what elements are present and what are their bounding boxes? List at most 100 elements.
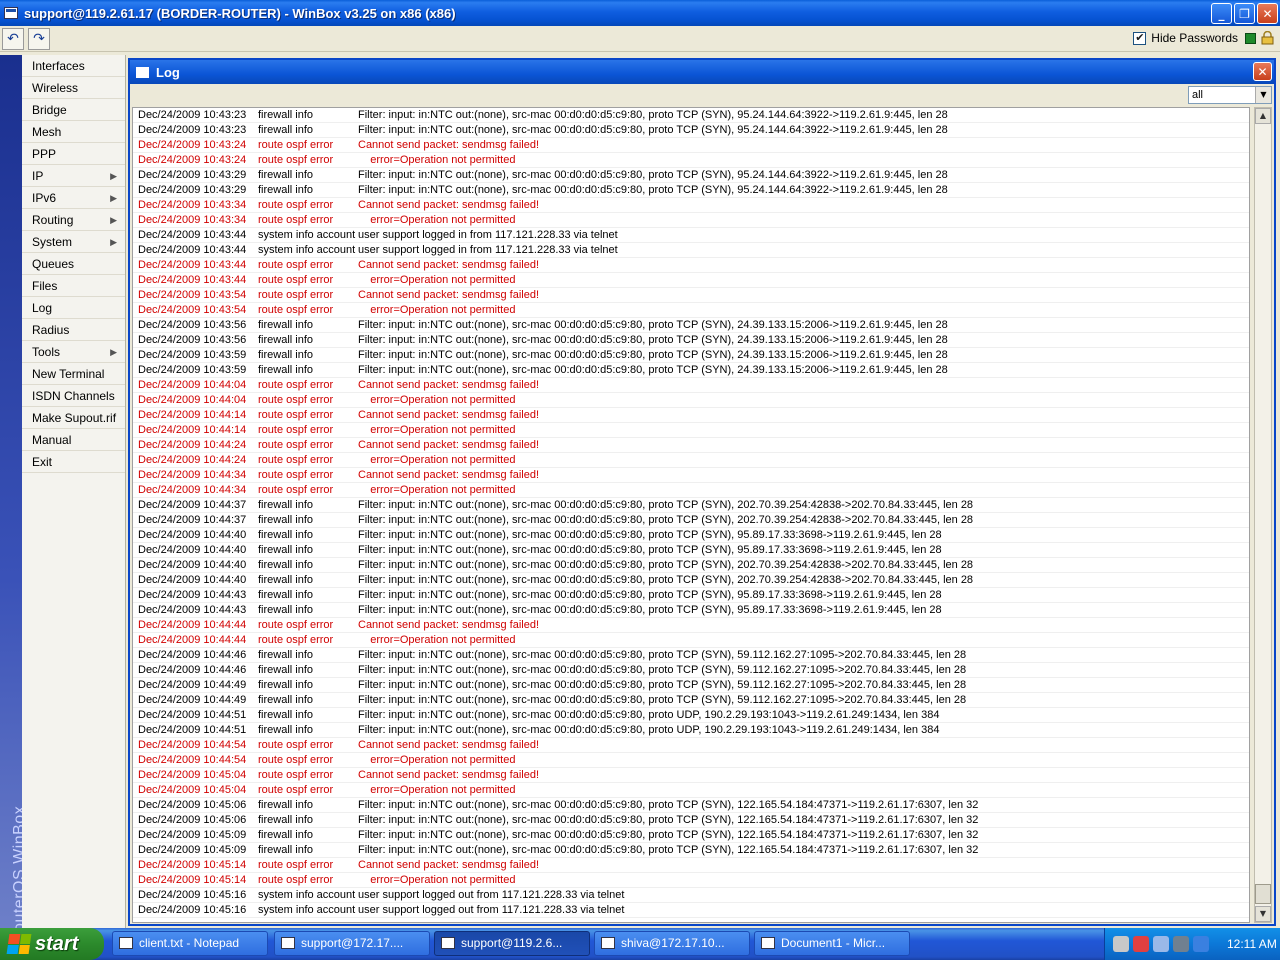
table-row[interactable]: Dec/24/2009 10:43:44 system info account u… (133, 243, 1249, 258)
table-row[interactable]: Dec/24/2009 10:44:04 route ospf error err… (133, 393, 1249, 408)
sidebar-item-wireless[interactable]: Wireless (22, 77, 125, 99)
table-row[interactable]: Dec/24/2009 10:44:24 route ospf error Cann… (133, 438, 1249, 453)
scroll-up-button[interactable]: ▲ (1255, 108, 1271, 124)
table-row[interactable]: Dec/24/2009 10:44:04 route ospf error Cann… (133, 378, 1249, 393)
table-row[interactable]: Dec/24/2009 10:43:44 route ospf error err… (133, 273, 1249, 288)
hide-passwords-option[interactable]: ✔ Hide Passwords (1133, 31, 1238, 45)
table-row[interactable]: Dec/24/2009 10:43:24 route ospf error err… (133, 153, 1249, 168)
undo-button[interactable]: ↶ (2, 28, 24, 50)
table-row[interactable]: Dec/24/2009 10:43:44 system info account u… (133, 228, 1249, 243)
sidebar-item-queues[interactable]: Queues (22, 253, 125, 275)
table-row[interactable]: Dec/24/2009 10:44:43 firewall info Filter:… (133, 603, 1249, 618)
table-row[interactable]: Dec/24/2009 10:43:54 route ospf error err… (133, 303, 1249, 318)
hide-passwords-checkbox[interactable]: ✔ (1133, 31, 1147, 45)
scroll-down-button[interactable]: ▼ (1255, 906, 1271, 922)
sidebar-item-make-supout-rif[interactable]: Make Supout.rif (22, 407, 125, 429)
table-row[interactable]: Dec/24/2009 10:44:40 firewall info Filter:… (133, 558, 1249, 573)
sidebar-item-exit[interactable]: Exit (22, 451, 125, 473)
table-row[interactable]: Dec/24/2009 10:44:24 route ospf error err… (133, 453, 1249, 468)
taskbar-button[interactable]: Document1 - Micr... (754, 931, 910, 956)
table-row[interactable]: Dec/24/2009 10:43:23 firewall info Filter:… (133, 108, 1249, 123)
sidebar-item-manual[interactable]: Manual (22, 429, 125, 451)
table-row[interactable]: Dec/24/2009 10:44:40 firewall info Filter:… (133, 528, 1249, 543)
log-window-titlebar[interactable]: Log ✕ (130, 60, 1274, 84)
tray-volume-icon[interactable] (1113, 936, 1129, 952)
table-row[interactable]: Dec/24/2009 10:44:43 firewall info Filter:… (133, 588, 1249, 603)
table-row[interactable]: Dec/24/2009 10:44:40 firewall info Filter:… (133, 543, 1249, 558)
table-row[interactable]: Dec/24/2009 10:43:54 route ospf error Cann… (133, 288, 1249, 303)
table-row[interactable]: Dec/24/2009 10:43:59 firewall info Filter:… (133, 363, 1249, 378)
table-row[interactable]: Dec/24/2009 10:45:16 system info account u… (133, 888, 1249, 903)
table-row[interactable]: Dec/24/2009 10:44:44 route ospf error Cann… (133, 618, 1249, 633)
table-row[interactable]: Dec/24/2009 10:43:44 route ospf error Cann… (133, 258, 1249, 273)
table-row[interactable]: Dec/24/2009 10:44:54 route ospf error Cann… (133, 738, 1249, 753)
table-row[interactable]: Dec/24/2009 10:44:14 route ospf error err… (133, 423, 1249, 438)
chevron-down-icon[interactable]: ▼ (1255, 87, 1271, 103)
minimize-button[interactable]: _ (1211, 3, 1232, 24)
table-row[interactable]: Dec/24/2009 10:44:37 firewall info Filter:… (133, 513, 1249, 528)
table-row[interactable]: Dec/24/2009 10:44:37 firewall info Filter:… (133, 498, 1249, 513)
table-row[interactable]: Dec/24/2009 10:44:14 route ospf error Cann… (133, 408, 1249, 423)
log-table[interactable]: Dec/24/2009 10:43:23 firewall info Filter:… (132, 107, 1250, 923)
table-row[interactable]: Dec/24/2009 10:44:51 firewall info Filter:… (133, 723, 1249, 738)
table-row[interactable]: Dec/24/2009 10:44:46 firewall info Filter:… (133, 663, 1249, 678)
table-row[interactable]: Dec/24/2009 10:43:29 firewall info Filter:… (133, 168, 1249, 183)
sidebar-item-mesh[interactable]: Mesh (22, 121, 125, 143)
title-bar[interactable]: support@119.2.61.17 (BORDER-ROUTER) - Wi… (0, 0, 1280, 26)
maximize-button[interactable]: ❐ (1234, 3, 1255, 24)
tray-monitor-icon[interactable] (1153, 936, 1169, 952)
table-row[interactable]: Dec/24/2009 10:43:24 route ospf error Cann… (133, 138, 1249, 153)
table-row[interactable]: Dec/24/2009 10:45:06 firewall info Filter:… (133, 798, 1249, 813)
table-row[interactable]: Dec/24/2009 10:44:44 route ospf error err… (133, 633, 1249, 648)
table-row[interactable]: Dec/24/2009 10:44:46 firewall info Filter:… (133, 648, 1249, 663)
sidebar-item-interfaces[interactable]: Interfaces (22, 55, 125, 77)
table-row[interactable]: Dec/24/2009 10:43:56 firewall info Filter:… (133, 318, 1249, 333)
table-row[interactable]: Dec/24/2009 10:43:56 firewall info Filter:… (133, 333, 1249, 348)
table-row[interactable]: Dec/24/2009 10:45:14 route ospf error Cann… (133, 858, 1249, 873)
table-row[interactable]: Dec/24/2009 10:43:59 firewall info Filter:… (133, 348, 1249, 363)
taskbar-button[interactable]: support@119.2.6... (434, 931, 590, 956)
close-button[interactable]: ✕ (1257, 3, 1278, 24)
sidebar-item-system[interactable]: System ▶ (22, 231, 125, 253)
sidebar-item-ipv6[interactable]: IPv6 ▶ (22, 187, 125, 209)
table-row[interactable]: Dec/24/2009 10:43:34 route ospf error Cann… (133, 198, 1249, 213)
table-row[interactable]: Dec/24/2009 10:44:34 route ospf error Cann… (133, 468, 1249, 483)
table-row[interactable]: Dec/24/2009 10:45:09 firewall info Filter:… (133, 828, 1249, 843)
taskbar-button[interactable]: client.txt - Notepad (112, 931, 268, 956)
table-row[interactable]: Dec/24/2009 10:44:51 firewall info Filter:… (133, 708, 1249, 723)
log-close-button[interactable]: ✕ (1253, 62, 1272, 81)
table-row[interactable]: Dec/24/2009 10:45:16 system info account u… (133, 903, 1249, 918)
table-row[interactable]: Dec/24/2009 10:45:04 route ospf error err… (133, 783, 1249, 798)
sidebar-item-files[interactable]: Files (22, 275, 125, 297)
tray-network-icon[interactable] (1133, 936, 1149, 952)
log-filter-select[interactable]: all ▼ (1188, 86, 1272, 104)
sidebar-item-ip[interactable]: IP ▶ (22, 165, 125, 187)
table-row[interactable]: Dec/24/2009 10:45:04 route ospf error Cann… (133, 768, 1249, 783)
taskbar-button[interactable]: shiva@172.17.10... (594, 931, 750, 956)
sidebar-item-isdn-channels[interactable]: ISDN Channels (22, 385, 125, 407)
sidebar-item-ppp[interactable]: PPP (22, 143, 125, 165)
table-row[interactable]: Dec/24/2009 10:44:40 firewall info Filter:… (133, 573, 1249, 588)
table-row[interactable]: Dec/24/2009 10:44:49 firewall info Filter:… (133, 678, 1249, 693)
table-row[interactable]: Dec/24/2009 10:45:06 firewall info Filter:… (133, 813, 1249, 828)
table-row[interactable]: Dec/24/2009 10:45:14 route ospf error err… (133, 873, 1249, 888)
sidebar-item-log[interactable]: Log (22, 297, 125, 319)
tray-update-icon[interactable] (1193, 936, 1209, 952)
tray-security-icon[interactable] (1173, 936, 1189, 952)
taskbar-button[interactable]: support@172.17.... (274, 931, 430, 956)
table-row[interactable]: Dec/24/2009 10:44:34 route ospf error err… (133, 483, 1249, 498)
table-row[interactable]: Dec/24/2009 10:45:09 firewall info Filter:… (133, 843, 1249, 858)
table-row[interactable]: Dec/24/2009 10:43:34 route ospf error err… (133, 213, 1249, 228)
table-row[interactable]: Dec/24/2009 10:43:23 firewall info Filter:… (133, 123, 1249, 138)
start-button[interactable]: start (0, 928, 104, 960)
scroll-thumb[interactable] (1255, 884, 1271, 904)
sidebar-item-new-terminal[interactable]: New Terminal (22, 363, 125, 385)
table-row[interactable]: Dec/24/2009 10:43:29 firewall info Filter:… (133, 183, 1249, 198)
sidebar-item-routing[interactable]: Routing ▶ (22, 209, 125, 231)
sidebar-item-tools[interactable]: Tools ▶ (22, 341, 125, 363)
log-scrollbar[interactable]: ▲ ▼ (1254, 107, 1272, 923)
sidebar-item-bridge[interactable]: Bridge (22, 99, 125, 121)
table-row[interactable]: Dec/24/2009 10:44:49 firewall info Filter:… (133, 693, 1249, 708)
sidebar-item-radius[interactable]: Radius (22, 319, 125, 341)
redo-button[interactable]: ↷ (28, 28, 50, 50)
